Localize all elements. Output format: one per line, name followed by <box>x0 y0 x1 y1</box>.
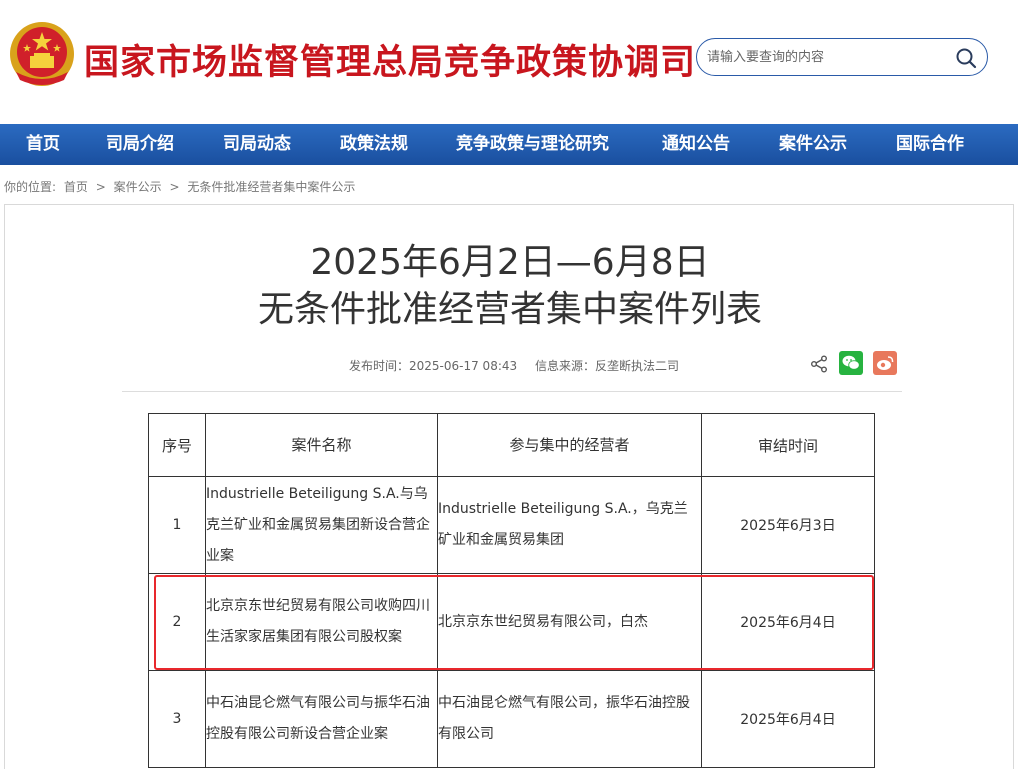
wechat-icon[interactable] <box>839 351 863 375</box>
row-parties: 中石油昆仑燃气有限公司，振华石油控股有限公司 <box>437 670 702 768</box>
row-no: 2 <box>148 573 206 671</box>
article-container: 2025年6月2日—6月8日 无条件批准经营者集中案件列表 发布时间：2025-… <box>4 204 1014 769</box>
main-nav: 首页 司局介绍 司局动态 政策法规 竞争政策与理论研究 通知公告 案件公示 国际… <box>0 124 1018 165</box>
publish-time: 发布时间：2025-06-17 08:43 <box>349 359 518 373</box>
row-case-name: 北京京东世纪贸易有限公司收购四川生活家家居集团有限公司股权案 <box>205 573 438 671</box>
article-meta: 发布时间：2025-06-17 08:43 信息来源：反垄断执法二司 <box>349 357 693 374</box>
share-icon[interactable] <box>809 354 829 374</box>
table-header-row: 序号 案件名称 参与集中的经营者 审结时间 <box>148 413 875 477</box>
row-date: 2025年6月4日 <box>701 573 875 671</box>
row-parties: 北京京东世纪贸易有限公司，白杰 <box>437 573 702 671</box>
table-header-parties: 参与集中的经营者 <box>437 413 702 477</box>
nav-item-news[interactable]: 司局动态 <box>223 124 291 165</box>
info-source: 信息来源：反垄断执法二司 <box>534 359 679 373</box>
breadcrumb-prefix: 你的位置: <box>4 180 57 194</box>
breadcrumb-item-cases[interactable]: 案件公示 <box>114 180 162 194</box>
divider <box>122 391 902 392</box>
article-title-line1: 2025年6月2日—6月8日 <box>310 242 710 283</box>
article-title: 2025年6月2日—6月8日 无条件批准经营者集中案件列表 <box>5 239 1015 333</box>
table-header-no: 序号 <box>148 413 206 477</box>
table-row: 2 北京京东世纪贸易有限公司收购四川生活家家居集团有限公司股权案 北京京东世纪贸… <box>148 573 875 671</box>
row-parties: Industrielle Beteiligung S.A.，乌克兰矿业和金属贸易… <box>437 476 702 574</box>
breadcrumb-separator: > <box>169 180 180 194</box>
row-no: 3 <box>148 670 206 768</box>
article-title-line2: 无条件批准经营者集中案件列表 <box>257 289 762 330</box>
nav-item-cases[interactable]: 案件公示 <box>779 124 847 165</box>
nav-item-about[interactable]: 司局介绍 <box>106 124 174 165</box>
table-row: 1 Industrielle Beteiligung S.A.与乌克兰矿业和金属… <box>148 476 875 574</box>
table-row: 3 中石油昆仑燃气有限公司与振华石油控股有限公司新设合营企业案 中石油昆仑燃气有… <box>148 670 875 768</box>
table-header-date: 审结时间 <box>701 413 875 477</box>
breadcrumb-separator: > <box>95 180 106 194</box>
breadcrumb-item-current[interactable]: 无条件批准经营者集中案件公示 <box>187 180 355 194</box>
search-box <box>696 38 988 76</box>
row-date: 2025年6月4日 <box>701 670 875 768</box>
national-emblem-icon <box>10 22 74 86</box>
row-date: 2025年6月3日 <box>701 476 875 574</box>
breadcrumb-item-home[interactable]: 首页 <box>64 180 88 194</box>
row-case-name: Industrielle Beteiligung S.A.与乌克兰矿业和金属贸易… <box>205 476 438 574</box>
nav-item-international[interactable]: 国际合作 <box>896 124 964 165</box>
nav-item-research[interactable]: 竞争政策与理论研究 <box>456 124 609 165</box>
breadcrumb: 你的位置: 首页 > 案件公示 > 无条件批准经营者集中案件公示 <box>4 178 359 195</box>
site-header: 国家市场监督管理总局竞争政策协调司 <box>0 0 1018 122</box>
search-input[interactable] <box>707 47 947 67</box>
site-title: 国家市场监督管理总局竞争政策协调司 <box>84 43 697 83</box>
nav-item-home[interactable]: 首页 <box>26 124 60 165</box>
weibo-icon[interactable] <box>873 351 897 375</box>
row-no: 1 <box>148 476 206 574</box>
search-icon[interactable] <box>955 47 977 69</box>
nav-item-notices[interactable]: 通知公告 <box>662 124 730 165</box>
cases-table: 序号 案件名称 参与集中的经营者 审结时间 1 Industrielle Bet… <box>148 413 875 768</box>
nav-item-policy[interactable]: 政策法规 <box>340 124 408 165</box>
table-header-name: 案件名称 <box>205 413 438 477</box>
row-case-name: 中石油昆仑燃气有限公司与振华石油控股有限公司新设合营企业案 <box>205 670 438 768</box>
